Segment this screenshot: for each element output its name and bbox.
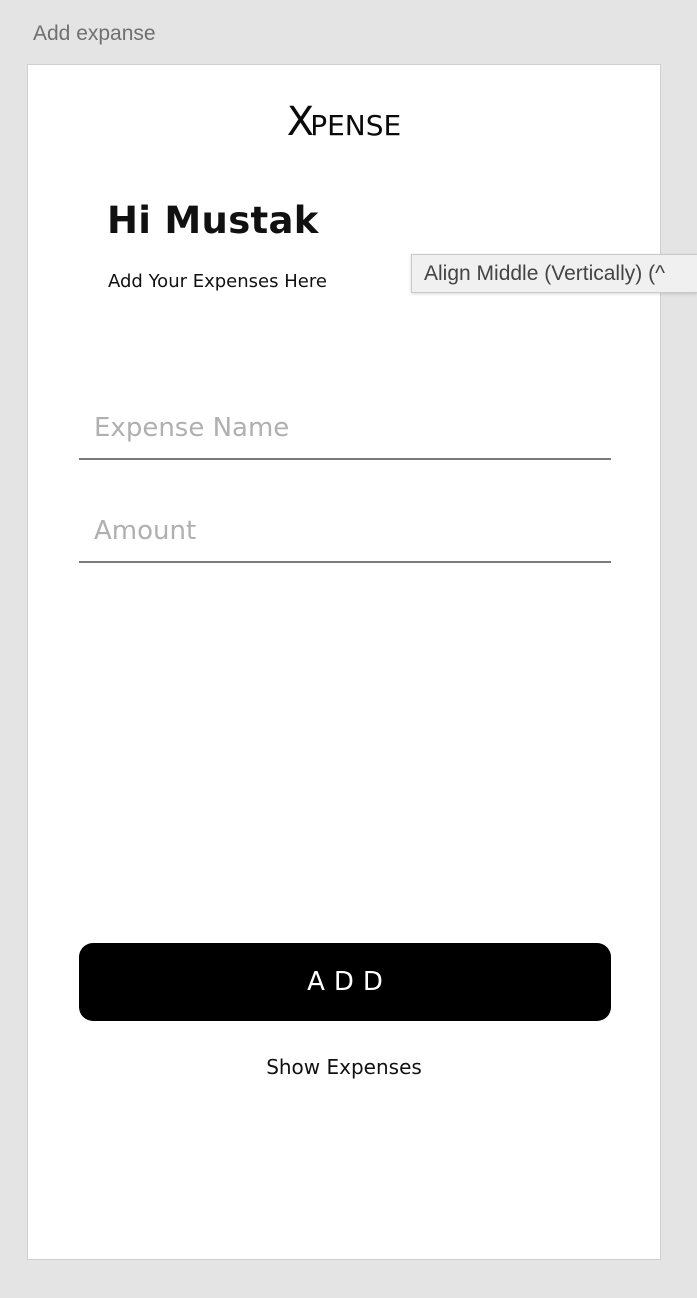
amount-field xyxy=(79,501,611,563)
show-expenses-link[interactable]: Show Expenses xyxy=(28,1055,660,1079)
amount-input[interactable] xyxy=(79,501,611,561)
expense-name-field xyxy=(79,398,611,460)
greeting-heading: Hi Mustak xyxy=(107,199,319,242)
phone-screen-artboard: XPENSE Hi Mustak Add Your Expenses Here … xyxy=(27,64,661,1260)
align-middle-tooltip: Align Middle (Vertically) (^ xyxy=(411,254,697,293)
add-button[interactable]: ADD xyxy=(79,943,611,1021)
artboard-label[interactable]: Add expanse xyxy=(33,22,156,46)
logo-wordmark: PENSE xyxy=(310,109,402,142)
expense-name-input[interactable] xyxy=(79,398,611,458)
logo-x-letter: X xyxy=(286,99,314,145)
page-subtitle: Add Your Expenses Here xyxy=(108,271,327,292)
xpense-logo: XPENSE xyxy=(28,99,660,145)
